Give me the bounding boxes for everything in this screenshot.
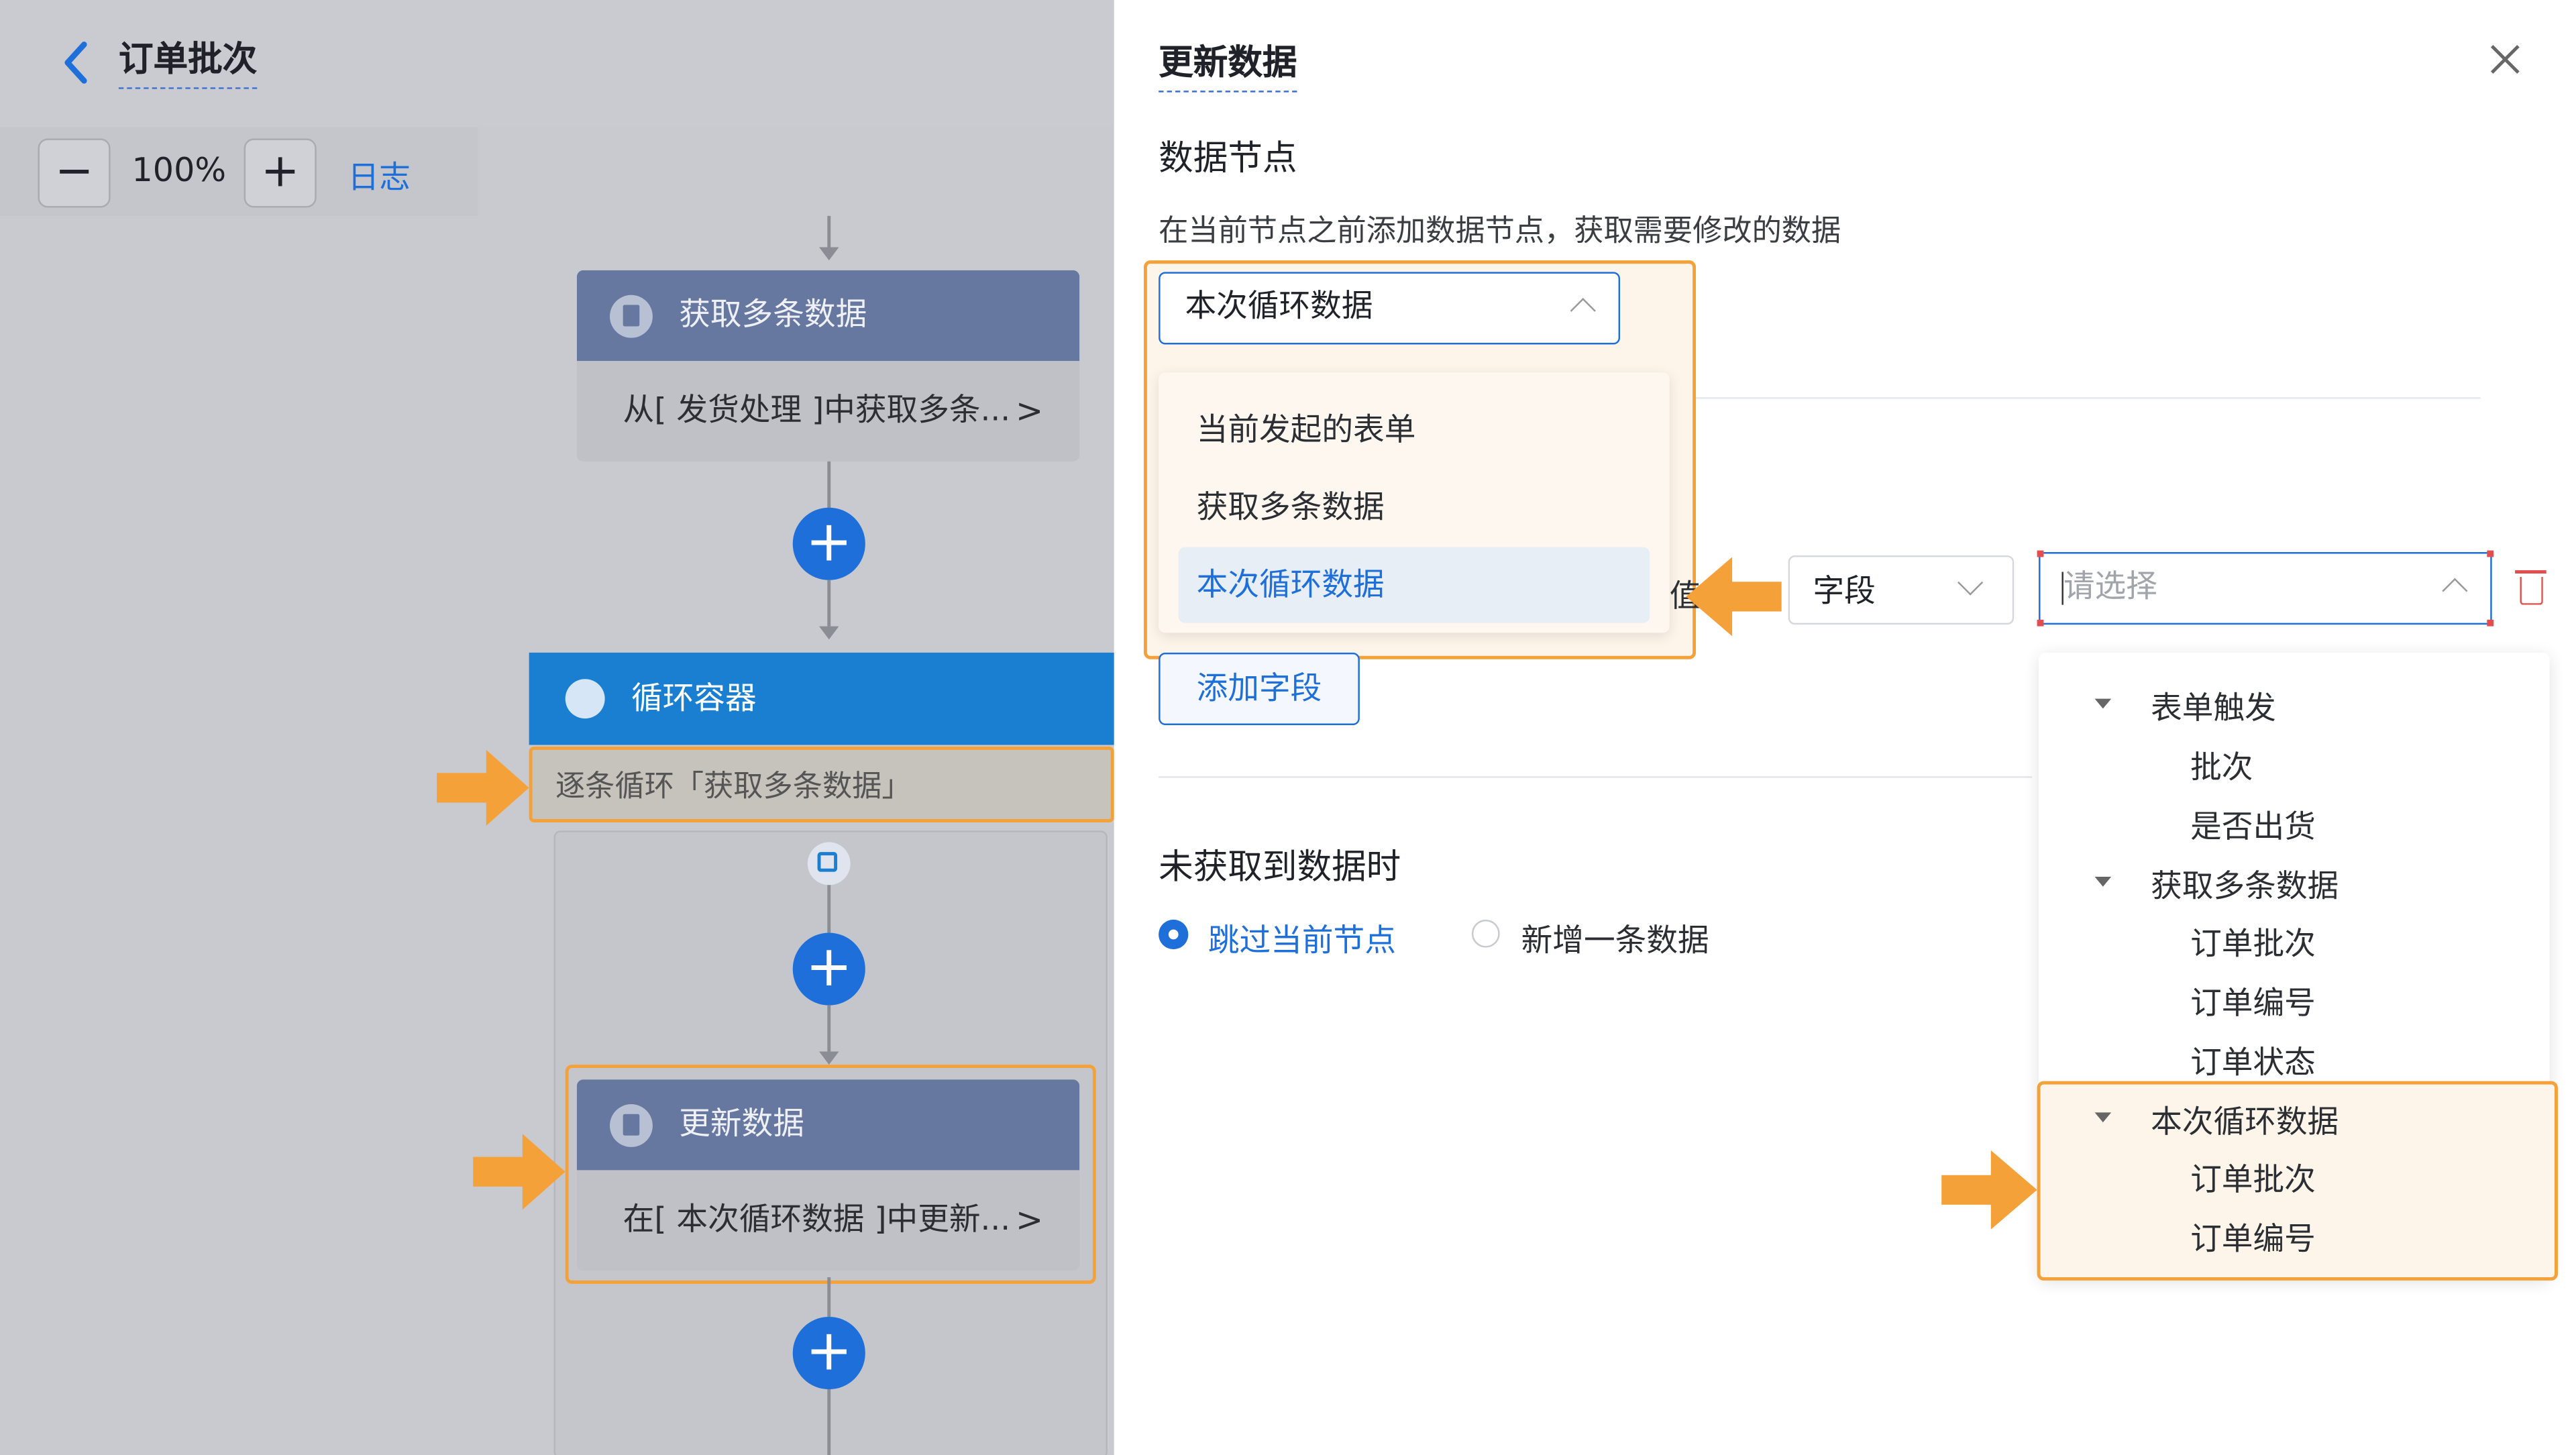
annotation-arrow-icon	[1686, 557, 1782, 637]
text-cursor	[2061, 572, 2063, 605]
radio-label[interactable]: 跳过当前节点	[1208, 916, 1396, 961]
canvas-header: 订单批次	[0, 0, 1114, 127]
tree-group[interactable]: 表单触发	[2151, 684, 2276, 729]
caret-down-icon[interactable]	[2094, 877, 2112, 887]
radio-label[interactable]: 新增一条数据	[1521, 916, 1709, 961]
node-title: 获取多条数据	[679, 297, 867, 333]
loop-description: 逐条循环「获取多条数据」	[529, 746, 1114, 822]
divider	[1159, 776, 2033, 778]
annotation-arrow-icon	[473, 1134, 566, 1210]
connector-line	[827, 461, 831, 511]
connector-line	[827, 885, 831, 935]
log-link[interactable]: 日志	[347, 153, 410, 197]
value-type-select[interactable]: 字段	[1788, 555, 2015, 625]
update-data-node[interactable]: 更新数据 在[ 本次循环数据 ]中更新... >	[576, 1079, 1080, 1271]
loop-start-icon	[807, 842, 851, 885]
connector-arrow	[819, 247, 839, 261]
add-node-button[interactable]: +	[792, 932, 865, 1006]
update-data-panel: 更新数据 数据节点 在当前节点之前添加数据节点，获取需要修改的数据 本次循环数据…	[1114, 0, 2576, 1455]
node-description: 在[ 本次循环数据 ]中更新...	[623, 1201, 1011, 1238]
zoom-in-button[interactable]: +	[244, 138, 317, 208]
caret-down-icon[interactable]	[2094, 698, 2112, 709]
section-heading-no-data: 未获取到数据时	[1159, 847, 1401, 887]
section-heading-data-node: 数据节点	[1159, 138, 1297, 178]
close-icon[interactable]	[2489, 43, 2522, 76]
tree-item[interactable]: 订单批次	[2190, 920, 2316, 964]
tree-item[interactable]: 订单状态	[2190, 1038, 2316, 1083]
chevron-right-icon: >	[1015, 390, 1044, 431]
panel-title: 更新数据	[1159, 36, 1297, 93]
tree-item[interactable]: 订单批次	[2190, 1155, 2316, 1199]
radio-add-record[interactable]	[1471, 919, 1500, 948]
trash-icon[interactable]	[2515, 570, 2546, 605]
connector-line	[827, 1389, 831, 1455]
dropdown-option[interactable]: 当前发起的表单	[1179, 392, 1650, 468]
select-value: 字段	[1813, 573, 1876, 610]
connector-line	[827, 580, 831, 627]
tree-item[interactable]: 订单编号	[2190, 1215, 2316, 1259]
chevron-right-icon: >	[1015, 1199, 1044, 1240]
picker-placeholder: 请选择	[2063, 568, 2157, 605]
connector-line	[827, 1005, 831, 1052]
error-marker	[2487, 619, 2494, 627]
tree-group[interactable]: 本次循环数据	[2151, 1097, 2339, 1142]
dropdown-option[interactable]: 获取多条数据	[1179, 470, 1650, 545]
connector-arrow	[819, 626, 839, 640]
add-node-button[interactable]: +	[792, 1316, 865, 1390]
caret-down-icon[interactable]	[2094, 1112, 2112, 1123]
document-icon	[610, 1104, 653, 1147]
loop-icon	[565, 679, 605, 719]
add-node-button[interactable]: +	[792, 507, 865, 580]
annotation-arrow-icon	[1941, 1150, 2037, 1230]
back-icon[interactable]	[59, 40, 92, 86]
loop-title: 循环容器	[631, 680, 757, 717]
page-title: 订单批次	[118, 33, 258, 89]
connector-arrow	[819, 1051, 839, 1065]
zoom-level: 100%	[131, 150, 227, 190]
divider	[1689, 397, 2481, 399]
annotation-arrow-icon	[437, 749, 529, 826]
select-value: 本次循环数据	[1185, 288, 1373, 325]
tree-item[interactable]: 订单编号	[2190, 979, 2316, 1023]
data-node-dropdown: 当前发起的表单 获取多条数据 本次循环数据	[1159, 372, 1670, 633]
tree-item[interactable]: 批次	[2190, 743, 2253, 788]
fetch-data-node[interactable]: 获取多条数据 从[ 发货处理 ]中获取多条... >	[576, 270, 1080, 462]
add-field-button[interactable]: 添加字段	[1159, 652, 1360, 725]
tree-item[interactable]: 是否出货	[2190, 802, 2316, 847]
document-icon	[610, 294, 653, 338]
section-hint: 在当前节点之前添加数据节点，获取需要修改的数据	[1159, 214, 1841, 249]
zoom-out-button[interactable]: −	[38, 138, 111, 208]
data-node-select[interactable]: 本次循环数据	[1159, 272, 1621, 345]
radio-skip-node[interactable]	[1159, 919, 1189, 950]
error-marker	[2037, 619, 2044, 627]
tree-group[interactable]: 获取多条数据	[2151, 862, 2339, 906]
node-title: 更新数据	[679, 1106, 804, 1142]
chevron-down-icon	[1957, 570, 1984, 596]
node-description: 从[ 发货处理 ]中获取多条...	[623, 392, 1011, 429]
flow-canvas: 订单批次 − 100% + 日志 获取多条数据 从[ 发货处理 ]中获取多条..…	[0, 0, 1114, 1455]
chevron-up-icon	[1570, 297, 1596, 324]
error-marker	[2487, 550, 2494, 557]
error-marker	[2037, 550, 2044, 557]
field-picker-input[interactable]: 请选择	[2039, 552, 2492, 625]
chevron-up-icon	[2442, 578, 2468, 604]
dropdown-option-selected[interactable]: 本次循环数据	[1178, 547, 1650, 623]
connector-line	[827, 1277, 831, 1317]
